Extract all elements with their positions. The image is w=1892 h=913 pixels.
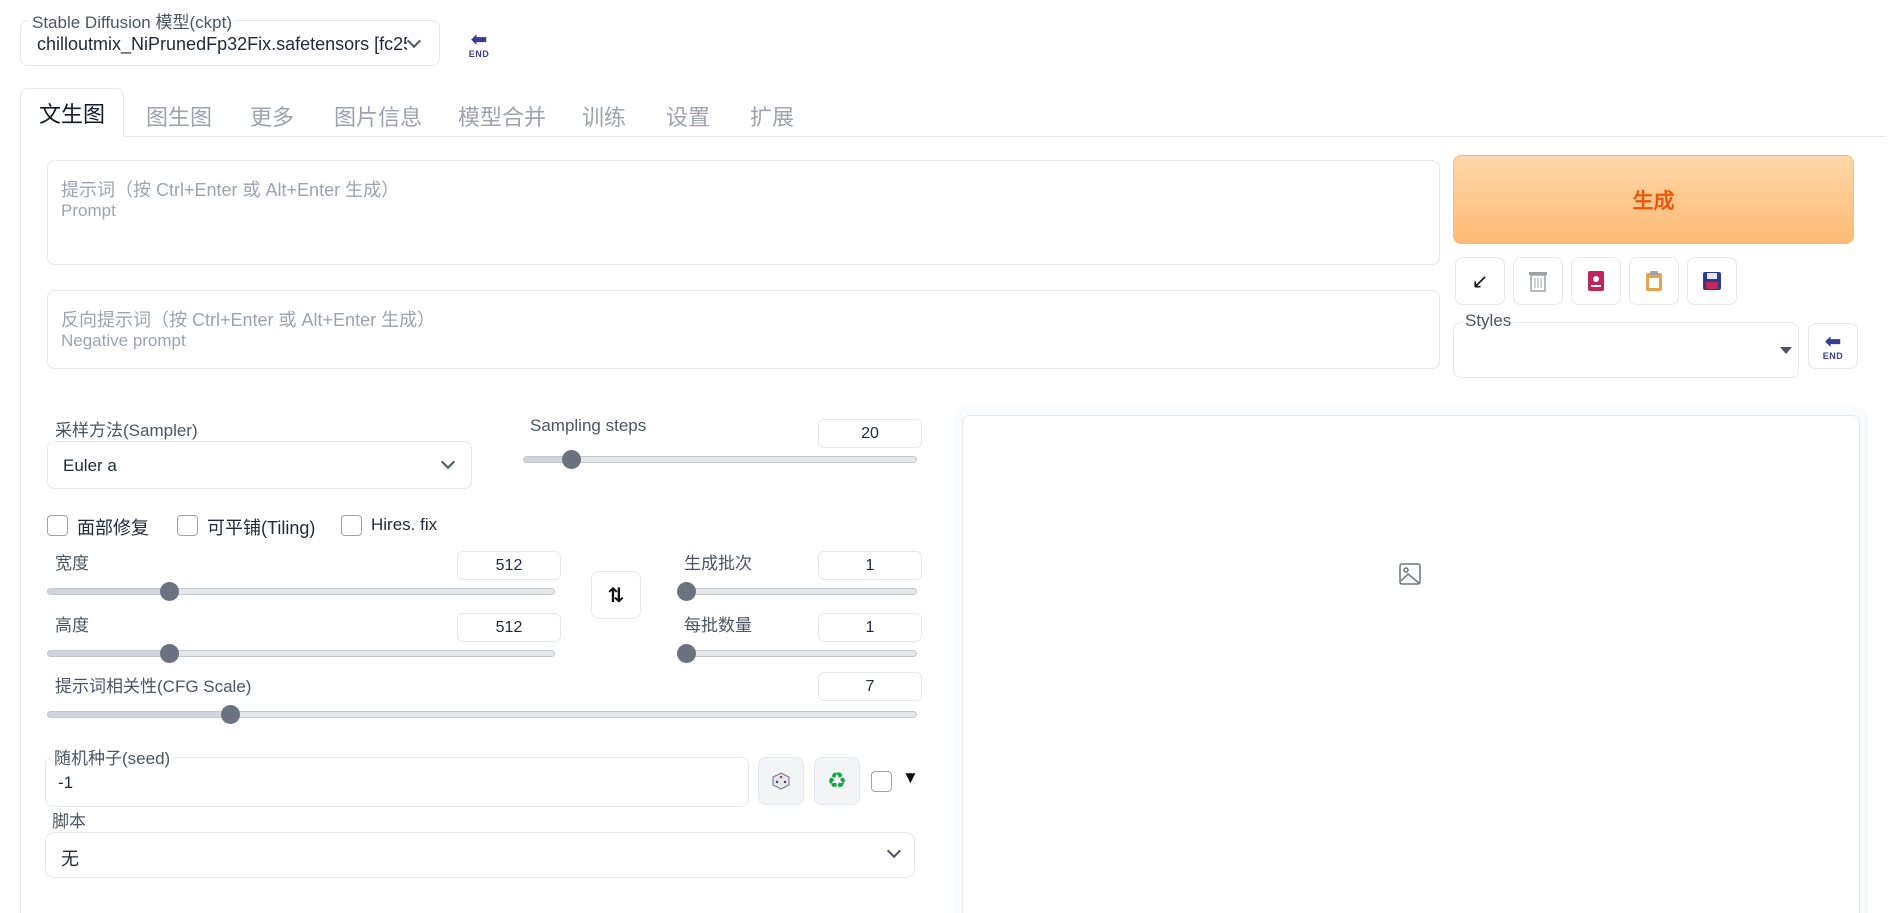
arrow-icon: ↙ xyxy=(1471,270,1489,293)
slider-thumb[interactable] xyxy=(562,450,582,469)
tab-png-info[interactable]: 图片信息 xyxy=(334,100,422,132)
tab-extras[interactable]: 更多 xyxy=(250,100,294,132)
slider-thumb[interactable] xyxy=(160,582,180,601)
hires-fix-checkbox[interactable] xyxy=(341,515,362,536)
width-input[interactable]: 512 xyxy=(457,551,561,580)
prompt-placeholder: 提示词（按 Ctrl+Enter 或 Alt+Enter 生成） xyxy=(61,180,400,200)
seed-label: 随机种子(seed) xyxy=(52,744,173,769)
slider-fill xyxy=(48,712,231,717)
hires-fix-label: Hires. fix xyxy=(371,515,438,534)
slider-thumb[interactable] xyxy=(221,705,241,724)
cfg-scale-input[interactable]: 7 xyxy=(818,672,922,701)
batch-count-slider[interactable] xyxy=(677,582,917,601)
clear-prompt-button[interactable] xyxy=(1513,257,1563,305)
cfg-scale-slider[interactable] xyxy=(47,705,917,724)
sampling-steps-label: Sampling steps xyxy=(530,416,647,435)
tab-settings[interactable]: 设置 xyxy=(666,100,710,132)
swap-dimensions-button[interactable]: ⇅ xyxy=(591,571,641,619)
tiling-checkbox[interactable] xyxy=(177,515,198,536)
extra-seed-checkbox[interactable] xyxy=(871,771,892,792)
negative-prompt-input[interactable]: 反向提示词（按 Ctrl+Enter 或 Alt+Enter 生成） Negat… xyxy=(47,290,1440,369)
slider-fill xyxy=(48,589,170,594)
tab-checkpoint-merger[interactable]: 模型合并 xyxy=(458,100,546,132)
slider-thumb[interactable] xyxy=(677,644,696,663)
card-icon xyxy=(1588,271,1604,291)
batch-size-input[interactable]: 1 xyxy=(818,613,922,642)
swap-icon: ⇅ xyxy=(607,584,625,607)
chevron-down-icon xyxy=(440,454,456,470)
script-value: 无 xyxy=(61,849,79,869)
extra-networks-button[interactable] xyxy=(1571,257,1621,305)
face-restore-checkbox[interactable] xyxy=(47,515,68,536)
script-select[interactable]: 无 xyxy=(45,832,915,878)
tab-txt2img[interactable]: 文生图 xyxy=(20,88,124,137)
model-select-value: chilloutmix_NiPrunedFp32Fix.safetensors … xyxy=(37,34,407,54)
width-label: 宽度 xyxy=(55,554,89,573)
sampler-value: Euler a xyxy=(63,456,117,475)
tab-img2img[interactable]: 图生图 xyxy=(146,100,212,132)
recycle-icon: ♻ xyxy=(827,768,847,793)
script-label: 脚本 xyxy=(52,812,86,831)
styles-refresh-button[interactable]: ⬅ END xyxy=(1808,323,1858,369)
random-seed-button[interactable] xyxy=(758,757,804,805)
negative-prompt-placeholder-en: Negative prompt xyxy=(61,331,186,350)
batch-count-input[interactable]: 1 xyxy=(818,551,922,580)
tab-extensions[interactable]: 扩展 xyxy=(750,100,794,132)
height-slider[interactable] xyxy=(47,644,555,663)
prompt-placeholder-en: Prompt xyxy=(61,201,116,220)
slider-fill xyxy=(48,651,170,656)
reuse-seed-button[interactable]: ♻ xyxy=(814,757,860,805)
apply-style-button[interactable] xyxy=(1629,257,1679,305)
sampler-select[interactable]: Euler a xyxy=(47,441,472,489)
batch-size-slider[interactable] xyxy=(677,644,917,663)
generate-button[interactable]: 生成 xyxy=(1453,155,1854,244)
extra-seed-toggle[interactable]: ▼ xyxy=(902,768,919,788)
model-label: Stable Diffusion 模型(ckpt) xyxy=(29,8,235,33)
sampling-steps-slider[interactable] xyxy=(523,450,917,469)
dice-icon xyxy=(772,772,790,790)
styles-label: Styles xyxy=(1463,311,1514,331)
prompt-input[interactable]: 提示词（按 Ctrl+Enter 或 Alt+Enter 生成） Prompt xyxy=(47,160,1440,265)
cfg-scale-label: 提示词相关性(CFG Scale) xyxy=(55,677,252,696)
trash-icon xyxy=(1529,272,1547,292)
width-slider[interactable] xyxy=(47,582,555,601)
seed-value: -1 xyxy=(58,773,74,792)
output-image-panel[interactable] xyxy=(962,415,1860,913)
height-label: 高度 xyxy=(55,616,89,635)
batch-size-label: 每批数量 xyxy=(684,616,752,635)
chevron-down-icon xyxy=(886,843,902,859)
sampler-label: 采样方法(Sampler) xyxy=(55,421,198,440)
face-restore-label: 面部修复 xyxy=(77,518,149,538)
read-params-button[interactable]: ↙ xyxy=(1455,257,1505,305)
negative-prompt-placeholder: 反向提示词（按 Ctrl+Enter 或 Alt+Enter 生成） xyxy=(61,310,436,330)
image-placeholder-icon xyxy=(1399,563,1421,585)
slider-thumb[interactable] xyxy=(160,644,180,663)
batch-count-label: 生成批次 xyxy=(684,554,752,573)
model-refresh-button[interactable]: ⬅ END xyxy=(453,20,505,68)
clipboard-icon xyxy=(1646,271,1662,291)
end-arrow-icon: ⬅ END xyxy=(1822,330,1844,361)
end-arrow-icon: ⬅ END xyxy=(468,28,490,59)
chevron-down-icon xyxy=(406,33,422,49)
caret-down-icon xyxy=(1780,347,1792,354)
save-style-button[interactable] xyxy=(1687,257,1737,305)
tabs-divider xyxy=(20,136,1886,137)
save-icon xyxy=(1703,272,1721,290)
slider-thumb[interactable] xyxy=(677,582,696,601)
tiling-label: 可平铺(Tiling) xyxy=(207,518,316,538)
sampling-steps-input[interactable]: 20 xyxy=(818,419,922,448)
tab-train[interactable]: 训练 xyxy=(582,100,626,132)
panel-border xyxy=(20,136,21,913)
height-input[interactable]: 512 xyxy=(457,613,561,642)
